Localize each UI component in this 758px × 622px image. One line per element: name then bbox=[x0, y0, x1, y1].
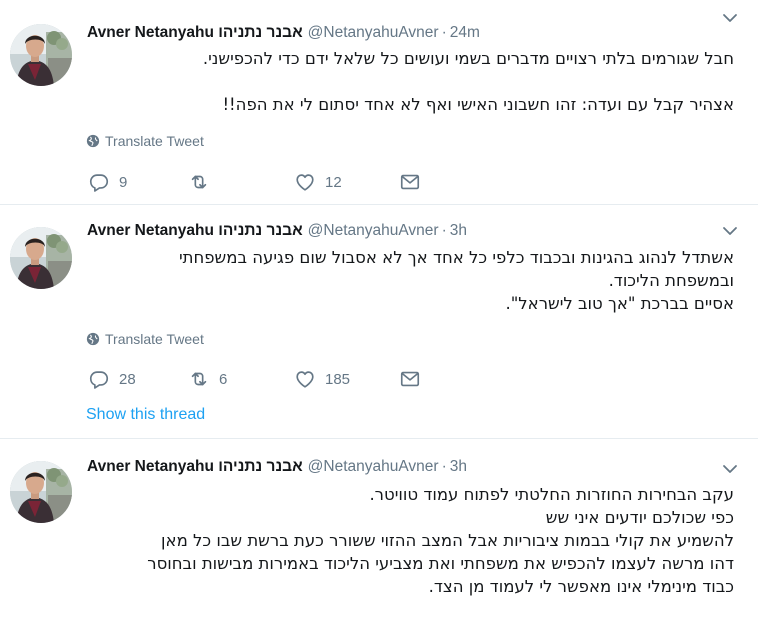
avatar[interactable] bbox=[10, 24, 72, 86]
author-handle[interactable]: @NetanyahuAvner bbox=[308, 458, 439, 476]
tweet-line: כבוד מינימלי אינו מאפשר לי לעמוד מן הצד. bbox=[428, 577, 734, 596]
avatar[interactable] bbox=[10, 227, 72, 289]
tweet-actions: 9 12 bbox=[88, 170, 428, 194]
direct-message-button[interactable] bbox=[399, 170, 421, 194]
tweet-3[interactable]: Avner Netanyahu אבנר נתניהו @NetanyahuAv… bbox=[0, 439, 758, 622]
tweet-line: להשמיע את קולי בבמות ציבוריות אבל המצב ה… bbox=[161, 531, 734, 550]
tweet-line: כפי שכולכם יודעים איני שש bbox=[545, 508, 734, 527]
tweet-header: Avner Netanyahu אבנר נתניהו @NetanyahuAv… bbox=[87, 23, 480, 43]
author-name[interactable]: Avner Netanyahu אבנר נתניהו bbox=[87, 24, 303, 42]
translate-label: Translate Tweet bbox=[105, 331, 204, 347]
avatar[interactable] bbox=[10, 461, 72, 523]
separator-dot: · bbox=[441, 222, 447, 239]
like-count: 185 bbox=[325, 370, 351, 388]
reply-icon bbox=[88, 368, 110, 390]
retweet-button[interactable]: 6 bbox=[188, 367, 227, 391]
like-count: 12 bbox=[325, 173, 342, 191]
author-handle[interactable]: @NetanyahuAvner bbox=[308, 24, 439, 42]
translate-tweet-link[interactable]: Translate Tweet bbox=[86, 331, 204, 347]
globe-icon bbox=[86, 332, 100, 346]
chevron-down-icon[interactable] bbox=[722, 12, 738, 24]
chevron-down-icon[interactable] bbox=[722, 463, 738, 475]
reply-button[interactable]: 28 bbox=[88, 367, 136, 391]
reply-button[interactable]: 9 bbox=[88, 170, 127, 194]
heart-icon bbox=[294, 368, 316, 390]
author-handle[interactable]: @NetanyahuAvner bbox=[308, 222, 439, 240]
retweet-icon bbox=[188, 171, 210, 193]
separator-dot: · bbox=[441, 458, 447, 475]
separator-dot: · bbox=[441, 24, 447, 41]
tweet-time[interactable]: 3h bbox=[450, 222, 467, 240]
tweet-line: עקב הבחירות החוזרות החלטתי לפתוח עמוד טו… bbox=[369, 485, 734, 504]
tweet-line: אצהיר קבל עם ועדה: זהו חשבוני האישי ואף … bbox=[222, 95, 734, 114]
mail-icon bbox=[399, 171, 421, 193]
tweet-line: ובמשפחת הליכוד. bbox=[608, 271, 734, 290]
tweet-line: דהו מרשה לעצמו להכפיש את משפחתי ואת מצבי… bbox=[147, 554, 734, 573]
author-name[interactable]: Avner Netanyahu אבנר נתניהו bbox=[87, 222, 303, 240]
tweet-header: Avner Netanyahu אבנר נתניהו @NetanyahuAv… bbox=[87, 221, 467, 241]
reply-count: 9 bbox=[119, 173, 128, 191]
tweet-line: חבל שגורמים בלתי רצויים מדברים בשמי ועוש… bbox=[202, 49, 734, 68]
profile-photo bbox=[10, 24, 72, 86]
tweet-line: אסיים בברכת "אך טוב לישראל". bbox=[505, 294, 734, 313]
direct-message-button[interactable] bbox=[399, 367, 421, 391]
tweet-text: אשתדל לנהוג בהגינות ובכבוד כלפי כל אחד א… bbox=[86, 246, 734, 315]
tweet-header: Avner Netanyahu אבנר נתניהו @NetanyahuAv… bbox=[87, 457, 467, 477]
reply-count: 28 bbox=[119, 370, 136, 388]
retweet-icon bbox=[188, 368, 210, 390]
profile-photo bbox=[10, 461, 72, 523]
tweet-time[interactable]: 24m bbox=[450, 24, 480, 42]
chevron-down-icon[interactable] bbox=[722, 225, 738, 237]
mail-icon bbox=[399, 368, 421, 390]
author-name[interactable]: Avner Netanyahu אבנר נתניהו bbox=[87, 458, 303, 476]
reply-icon bbox=[88, 171, 110, 193]
tweet-1[interactable]: Avner Netanyahu אבנר נתניהו @NetanyahuAv… bbox=[0, 0, 758, 204]
tweet-text: עקב הבחירות החוזרות החלטתי לפתוח עמוד טו… bbox=[86, 483, 734, 598]
translate-tweet-link[interactable]: Translate Tweet bbox=[86, 133, 204, 149]
retweet-count: 6 bbox=[219, 370, 228, 388]
heart-icon bbox=[294, 171, 316, 193]
tweet-time[interactable]: 3h bbox=[450, 458, 467, 476]
tweet-line: אשתדל לנהוג בהגינות ובכבוד כלפי כל אחד א… bbox=[178, 248, 734, 267]
tweet-text: חבל שגורמים בלתי רצויים מדברים בשמי ועוש… bbox=[86, 47, 734, 116]
show-thread-link[interactable]: Show this thread bbox=[86, 406, 205, 424]
translate-label: Translate Tweet bbox=[105, 133, 204, 149]
like-button[interactable]: 12 bbox=[294, 170, 342, 194]
tweet-2[interactable]: Avner Netanyahu אבנר נתניהו @NetanyahuAv… bbox=[0, 205, 758, 438]
like-button[interactable]: 185 bbox=[294, 367, 350, 391]
globe-icon bbox=[86, 134, 100, 148]
profile-photo bbox=[10, 227, 72, 289]
tweet-actions: 28 6 185 bbox=[88, 367, 428, 391]
retweet-button[interactable] bbox=[188, 170, 219, 194]
